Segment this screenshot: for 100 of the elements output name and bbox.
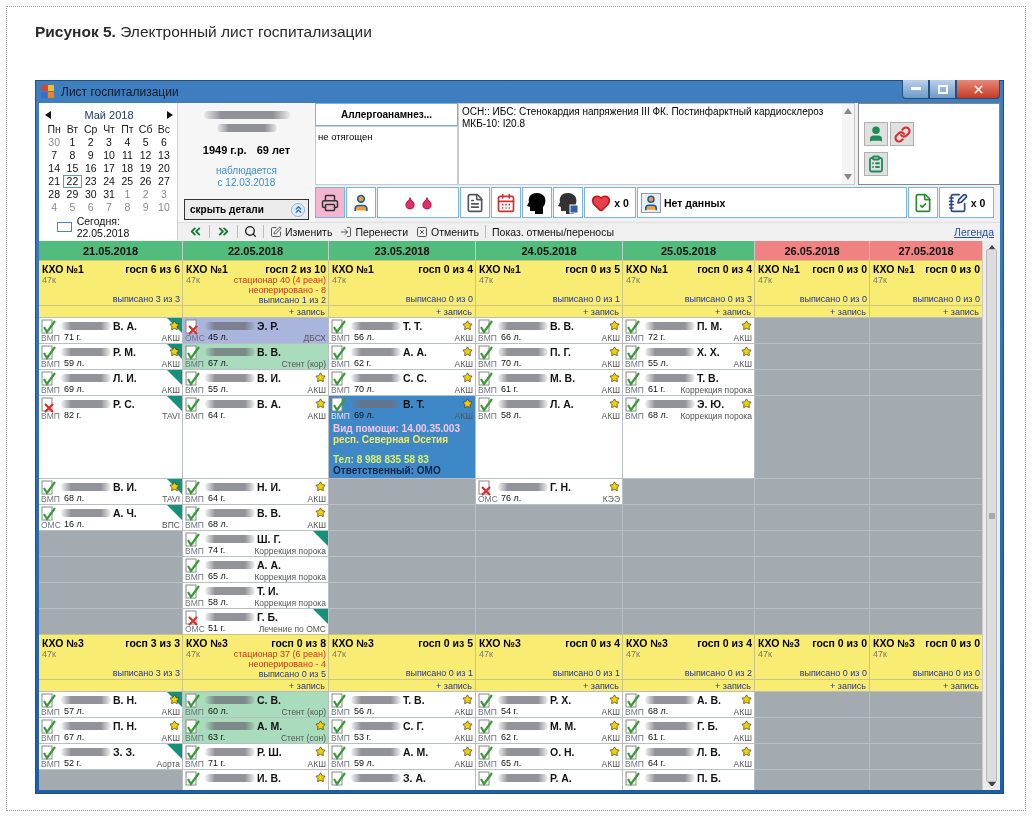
calendar-day[interactable]: 2 — [81, 136, 100, 149]
patient-card[interactable]: С. С. ВМП 70 л. АКШ — [329, 370, 475, 395]
add-entry-link[interactable]: + запись — [830, 680, 866, 691]
add-entry-link[interactable]: + запись — [715, 306, 751, 317]
patient-card[interactable]: Л. В. ВМП 64 г. АКШ — [623, 744, 754, 769]
patient-card[interactable]: М. В. ВМП 61 г. АКШ — [476, 370, 622, 395]
calendar-day[interactable]: 5 — [136, 136, 155, 149]
close-button[interactable] — [956, 80, 1000, 99]
calendar-day[interactable]: 24 — [99, 175, 119, 188]
next-month-button[interactable] — [167, 110, 173, 119]
scroll-thumb[interactable] — [986, 249, 997, 782]
calendar-day[interactable]: 1 — [118, 188, 137, 201]
move-button[interactable]: Перенести — [338, 223, 410, 240]
patient-card[interactable]: В. Н. ВМП 57 л. АКШ — [39, 692, 182, 717]
cancel-button[interactable]: Отменить — [414, 223, 481, 240]
patient-card[interactable]: Р. Ш. ВМП 71 г. АКШ — [183, 744, 328, 769]
scroll-up-arrow-icon[interactable] — [844, 108, 852, 114]
patient-card[interactable]: Э. Р. ОМС 45 л. ДБСХ — [183, 318, 328, 343]
calendar-day[interactable]: 19 — [136, 162, 155, 175]
notes-counter-button[interactable]: x 0 — [939, 187, 994, 218]
patient-card[interactable]: Г. Н. ОМС 76 л. КЭЭ — [476, 479, 622, 504]
head-button[interactable] — [522, 187, 552, 218]
calendar-day[interactable]: 8 — [118, 201, 137, 214]
calendar-day[interactable]: 30 — [81, 188, 100, 201]
patient-card[interactable]: В. В. ВМП 67 л. Стент (кор) — [183, 344, 328, 369]
print-card-button[interactable] — [315, 187, 345, 218]
calendar-day[interactable]: 15 — [63, 162, 82, 175]
patient-card[interactable]: П. Н. ВМП 67 л. АКШ — [39, 718, 182, 743]
add-entry-link[interactable]: + запись — [715, 680, 751, 691]
patient-card[interactable]: Р. С. ВМП 82 г. TAVI — [39, 396, 182, 478]
calendar-day[interactable]: 6 — [81, 201, 100, 214]
calendar-day[interactable]: 2 — [136, 188, 155, 201]
patient-card[interactable]: О. Н. ВМП 65 л. АКШ — [476, 744, 622, 769]
patient-card[interactable]: Г. Б. ВМП 61 г. АКШ — [623, 718, 754, 743]
calendar-day[interactable]: 10 — [99, 149, 119, 162]
calendar-day[interactable]: 25 — [118, 175, 137, 188]
patient-card[interactable]: А. М. ВМП 59 л. АКШ — [329, 744, 475, 769]
calendar-day[interactable]: 11 — [118, 149, 137, 162]
patient-card[interactable]: В. В. ВМП 68 л. АКШ — [183, 505, 328, 530]
patient-card[interactable]: Т. В. ВМП 56 л. АКШ — [329, 692, 475, 717]
calendar-day[interactable]: 27 — [154, 175, 174, 188]
patient-card[interactable]: М. М. ВМП 62 г. АКШ — [476, 718, 622, 743]
edit-button[interactable]: Изменить — [268, 223, 335, 240]
calendar-day[interactable]: 26 — [136, 175, 155, 188]
document-list-button[interactable] — [460, 187, 490, 218]
patient-card[interactable]: Р. А. — [476, 770, 622, 790]
allergy-history-button[interactable]: Аллергоанамнез... — [315, 103, 458, 126]
patient-card[interactable]: В. Т. ВМП 69 л. АКШ Вид помощи: 14.00.35.003 респ. Северная Осетия Тел: 8 988 835 58 83 Ответственный: ОМО — [329, 396, 475, 478]
clipboard-button[interactable] — [864, 152, 888, 176]
scroll-down-arrow-icon[interactable] — [844, 174, 852, 180]
patient-card[interactable]: Т. Т. ВМП 56 л. АКШ — [329, 318, 475, 343]
patient-card[interactable]: А. В. ВМП 68 л. АКШ — [623, 692, 754, 717]
add-entry-link[interactable]: + запись — [943, 680, 979, 691]
show-cancelled-button[interactable]: Показ. отмены/переносы — [490, 223, 616, 240]
patient-card[interactable]: И. В. — [183, 770, 328, 790]
diagnosis-field[interactable]: ОСН:: ИБС: Стенокардия напряжения III ФК. Постинфарктный кардиосклероз МКБ-10: I20.8 — [458, 103, 855, 185]
calendar-day[interactable]: 30 — [45, 136, 64, 149]
calendar-day[interactable]: 1 — [63, 136, 82, 149]
patient-card[interactable]: Л. А. ВМП 58 л. АКШ — [476, 396, 622, 478]
calendar-day[interactable]: 6 — [154, 136, 174, 149]
calendar-day[interactable]: 31 — [99, 188, 119, 201]
patient-card[interactable]: А. Ч. ОМС 16 л. ВПС — [39, 505, 182, 530]
calendar-day[interactable]: 7 — [99, 201, 119, 214]
calendar-day[interactable]: 12 — [136, 149, 155, 162]
patient-card[interactable]: В. А. ВМП 71 г. АКШ — [39, 318, 182, 343]
calendar-day[interactable]: 14 — [45, 162, 64, 175]
previous-month-button[interactable] — [45, 110, 51, 119]
calendar-day[interactable]: 7 — [45, 149, 64, 162]
calendar-day[interactable]: 28 — [45, 188, 64, 201]
link-button[interactable] — [890, 122, 914, 146]
calendar-day[interactable]: 10 — [154, 201, 174, 214]
status-button[interactable]: Нет данных — [637, 187, 907, 218]
add-entry-link[interactable]: + запись — [830, 306, 866, 317]
patient-card[interactable]: Г. Б. ОМС 51 г. Лечение по ОМС — [183, 609, 328, 634]
maximize-button[interactable] — [929, 80, 956, 99]
calendar-day[interactable]: 3 — [99, 136, 119, 149]
head-save-button[interactable] — [553, 187, 583, 218]
patient-card[interactable]: Х. Х. ВМП 55 л. АКШ — [623, 344, 754, 369]
calendar-day[interactable]: 5 — [63, 201, 82, 214]
calendar-day[interactable]: 29 — [63, 188, 82, 201]
calendar-day[interactable]: 9 — [81, 149, 100, 162]
calendar-day[interactable]: 8 — [63, 149, 82, 162]
add-entry-link[interactable]: + запись — [436, 306, 472, 317]
patient-card[interactable]: В. В. ВМП 66 л. АКШ — [476, 318, 622, 343]
calendar-day[interactable]: 22 — [63, 175, 82, 188]
patient-card[interactable]: Л. И. ВМП 69 л. АКШ — [39, 370, 182, 395]
calendar-day[interactable]: 3 — [154, 188, 174, 201]
calendar-day[interactable]: 18 — [118, 162, 137, 175]
patient-card[interactable]: Т. И. ВМП 58 л. Коррекция порока — [183, 583, 328, 608]
calendar-day[interactable]: 4 — [118, 136, 137, 149]
add-entry-link[interactable]: + запись — [583, 306, 619, 317]
document-check-button[interactable] — [908, 187, 938, 218]
add-entry-link[interactable]: + запись — [436, 680, 472, 691]
patient-card[interactable]: П. Б. — [623, 770, 754, 790]
hide-details-button[interactable]: скрыть детали — [184, 199, 309, 220]
calendar-day[interactable]: 20 — [154, 162, 174, 175]
patient-card[interactable]: А. А. ВМП 62 г. АКШ — [329, 344, 475, 369]
patient-card[interactable]: П. Г. ВМП 70 л. АКШ — [476, 344, 622, 369]
patient-card[interactable]: З. З. ВМП 52 г. Аорта — [39, 744, 182, 769]
patient-card[interactable]: Н. И. ВМП 64 г. АКШ — [183, 479, 328, 504]
